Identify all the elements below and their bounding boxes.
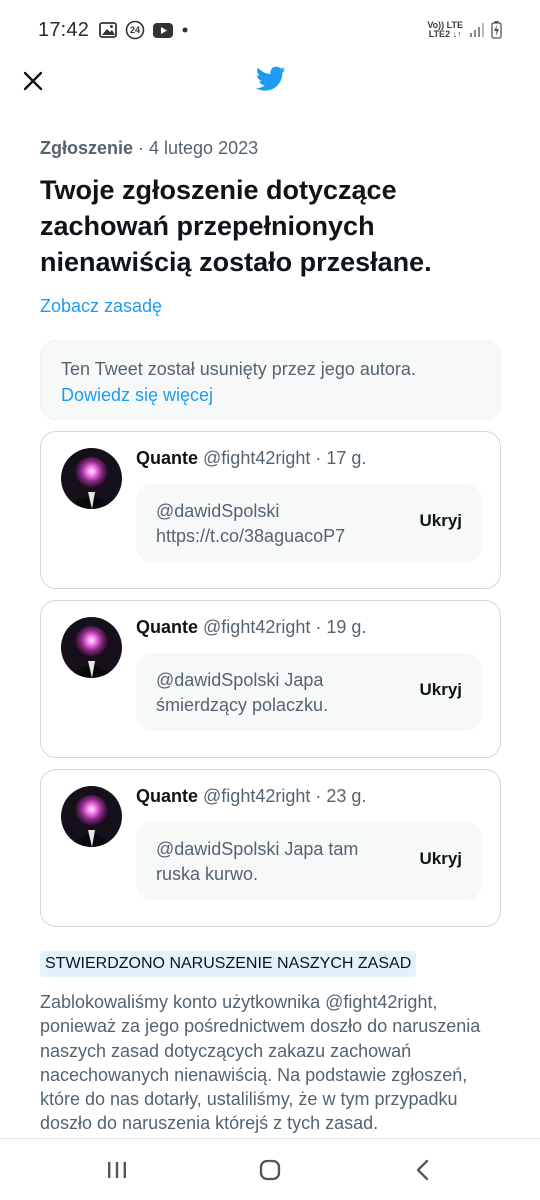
author-name[interactable]: Quante — [136, 617, 198, 637]
violation-explanation: Zablokowaliśmy konto użytkownika @fight4… — [40, 992, 481, 1134]
avatar[interactable] — [61, 448, 122, 509]
news-24-icon: 24 — [125, 20, 145, 40]
home-icon — [259, 1159, 281, 1180]
recents-icon — [107, 1161, 126, 1178]
reported-tweet-card: Quante @fight42right · 19 g. @dawidSpols… — [40, 600, 501, 758]
violation-badge: STWIERDZONO NARUSZENIE NASZYCH ZASAD — [40, 951, 417, 977]
network-indicator: Vo)) LTE LTE2 ↓↑ — [427, 20, 463, 39]
tweet-author: Quante @fight42right · 19 g. — [136, 617, 367, 637]
tweet-age: 23 g. — [326, 786, 367, 806]
back-icon — [417, 1159, 429, 1180]
hide-tweet-button[interactable]: Ukryj — [419, 680, 462, 700]
hide-tweet-button[interactable]: Ukryj — [419, 511, 462, 531]
notification-icons: 24 — [99, 20, 189, 40]
system-icons: Vo)) LTE LTE2 ↓↑ — [427, 21, 502, 39]
gallery-icon — [99, 22, 117, 38]
report-date: 4 lutego 2023 — [149, 137, 259, 158]
tweet-content: @dawidSpolski Japa tam ruska kurwo. Ukry… — [136, 822, 482, 900]
meta-separator: · — [133, 137, 150, 158]
close-button[interactable] — [20, 68, 46, 94]
recents-button[interactable] — [97, 1150, 137, 1190]
author-handle[interactable]: @fight42right — [203, 448, 310, 468]
report-meta: Zgłoszenie · 4 lutego 2023 — [40, 130, 502, 166]
tweet-age: 19 g. — [326, 617, 367, 637]
top-app-bar — [0, 60, 540, 104]
author-handle[interactable]: @fight42right — [203, 617, 310, 637]
hide-tweet-button[interactable]: Ukryj — [419, 849, 462, 869]
reported-tweet-card: Quante @fight42right · 23 g. @dawidSpols… — [40, 769, 501, 927]
reported-tweet-card: Quante @fight42right · 17 g. @dawidSpols… — [40, 431, 501, 589]
battery-charging-icon — [491, 21, 502, 39]
author-name[interactable]: Quante — [136, 786, 198, 806]
notification-count: 24 — [130, 25, 141, 35]
avatar[interactable] — [61, 786, 122, 847]
tweet-text: @dawidSpolski https://t.co/38aguacoP7 — [156, 501, 346, 546]
author-name[interactable]: Quante — [136, 448, 198, 468]
learn-more-link[interactable]: Dowiedz się więcej — [61, 382, 480, 408]
tweet-content: @dawidSpolski Japa śmierdzący polaczku. … — [136, 653, 482, 731]
signal-icon — [469, 22, 485, 38]
tweet-text: @dawidSpolski Japa tam ruska kurwo. — [156, 839, 359, 884]
report-label: Zgłoszenie — [40, 137, 134, 158]
deleted-tweet-notice: Ten Tweet został usunięty przez jego aut… — [40, 340, 501, 420]
tweet-author: Quante @fight42right · 23 g. — [136, 786, 367, 806]
home-button[interactable] — [250, 1150, 290, 1190]
more-notifications-dot-icon — [181, 26, 189, 34]
status-time: 17:42 — [38, 18, 90, 41]
tweet-author: Quante @fight42right · 17 g. — [136, 448, 367, 468]
back-button[interactable] — [403, 1150, 443, 1190]
report-summary: Zgłoszenie · 4 lutego 2023 Twoje zgłosze… — [40, 130, 502, 317]
close-icon — [23, 71, 43, 91]
author-handle[interactable]: @fight42right — [203, 786, 310, 806]
twitter-bird-icon — [255, 66, 286, 92]
view-policy-link[interactable]: Zobacz zasadę — [40, 296, 502, 317]
deleted-notice-text: Ten Tweet został usunięty przez jego aut… — [61, 359, 416, 379]
system-navigation-bar — [0, 1138, 540, 1200]
status-bar: 17:42 24 Vo)) LTE LTE2 ↓↑ — [0, 0, 540, 60]
youtube-icon — [153, 22, 174, 38]
tweet-age: 17 g. — [326, 448, 367, 468]
tweet-content: @dawidSpolski https://t.co/38aguacoP7 Uk… — [136, 484, 482, 562]
report-headline: Twoje zgłoszenie dotyczące zachowań prze… — [40, 175, 432, 277]
avatar[interactable] — [61, 617, 122, 678]
tweet-text: @dawidSpolski Japa śmierdzący polaczku. — [156, 670, 329, 715]
